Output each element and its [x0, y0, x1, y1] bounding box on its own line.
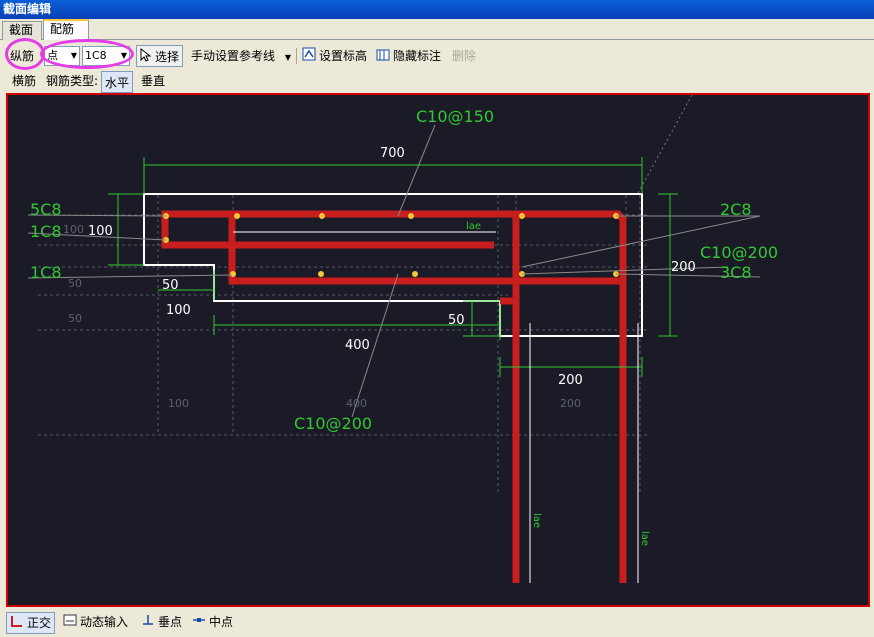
ref-line: [637, 95, 693, 194]
dim-200-right: 200: [671, 260, 696, 275]
ortho-label: 正交: [27, 616, 52, 630]
leader-lines: [27, 124, 761, 418]
hide-annotation-label: 隐藏标注: [393, 49, 442, 63]
grid-dim-100a: 100: [63, 223, 84, 236]
vertical-button[interactable]: 垂直: [141, 70, 165, 92]
chevron-down-icon: ▼: [284, 53, 291, 62]
dynamic-input-label: 动态输入: [80, 615, 129, 629]
perpendicular-toggle[interactable]: 垂点: [138, 612, 185, 634]
point-mode-select[interactable]: 点 ▼: [44, 46, 80, 66]
perpendicular-icon: [141, 613, 155, 633]
dim-50-left: 50: [162, 278, 179, 293]
chevron-down-icon: ▼: [70, 51, 77, 60]
rebar-label-left-mid: 1C8: [30, 222, 62, 241]
rebar-label-right-top: 2C8: [720, 200, 752, 219]
grid-dim-100b: 100: [168, 397, 189, 410]
lae-label-vertical-1: lae: [531, 513, 542, 528]
perpendicular-label: 垂点: [158, 615, 183, 629]
window-title: 截面编辑: [0, 0, 874, 19]
midpoint-icon: [192, 613, 206, 633]
main-toolbar: 纵筋 点 ▼ 1C8 ▼ 选择 手动设置参考线 ▼ 设置标高 隐藏标注 删除: [0, 38, 874, 70]
stirrup-label-right: C10@200: [700, 243, 778, 262]
grid-dim-50a: 50: [68, 277, 82, 290]
midpoint-toggle[interactable]: 中点: [189, 612, 236, 634]
secondary-toolbar: 横筋 钢筋类型: 水平 垂直: [0, 70, 874, 93]
spec-select[interactable]: 1C8 ▼: [82, 46, 130, 66]
midpoint-label: 中点: [209, 615, 234, 629]
set-elevation-button[interactable]: 设置标高: [302, 45, 367, 67]
dim-100-left: 100: [88, 224, 113, 239]
grid-dim-200: 200: [560, 397, 581, 410]
bar-type-field-label: 钢筋类型:: [46, 74, 99, 88]
lae-label-horizontal: lae: [466, 221, 481, 232]
dim-400: 400: [345, 338, 370, 353]
grid-dim-50b: 50: [68, 312, 82, 325]
stirrup-label-bottom: C10@200: [294, 414, 372, 433]
lae-label-vertical-2: lae: [639, 531, 650, 546]
cross-bar-button[interactable]: 横筋: [12, 70, 36, 92]
ref-line-button[interactable]: 手动设置参考线 ▼: [191, 45, 291, 67]
stirrup-label-top: C10@150: [416, 107, 494, 126]
spec-value: 1C8: [85, 49, 107, 62]
cursor-icon: [140, 47, 152, 69]
select-label: 选择: [155, 50, 180, 64]
bar-type-label[interactable]: 纵筋: [10, 45, 34, 67]
drawing-canvas[interactable]: 100 50 50 100 400 200 700 100 50 100 50 …: [6, 93, 870, 607]
tab-rebar[interactable]: 配筋: [43, 19, 89, 40]
toolbar-divider: [296, 48, 297, 64]
rebar-label-right-bot: 3C8: [720, 263, 752, 282]
grid-dim-400: 400: [346, 397, 367, 410]
dim-50-mid: 50: [448, 313, 465, 328]
rebar-label-left-bot: 1C8: [30, 263, 62, 282]
dim-700: 700: [380, 146, 405, 161]
grid-lines: [38, 195, 648, 495]
elevation-icon: [302, 46, 316, 68]
dynamic-input-icon: [63, 613, 77, 633]
rebar-group: [161, 210, 627, 583]
ref-line-label: 手动设置参考线: [191, 49, 276, 63]
set-elevation-label: 设置标高: [319, 49, 368, 63]
horizontal-button[interactable]: 水平: [101, 71, 134, 93]
grid-dim-labels: 100 50 50 100 400 200: [63, 223, 581, 410]
tab-bar: 截面 配筋: [0, 19, 874, 40]
ortho-toggle[interactable]: 正交: [6, 612, 56, 634]
dynamic-input-toggle[interactable]: 动态输入: [60, 612, 131, 634]
dim-100-under: 100: [166, 303, 191, 318]
delete-button[interactable]: 删除: [452, 45, 476, 67]
dim-200-bottom: 200: [558, 373, 583, 388]
status-bar: 正交 动态输入 垂点 中点: [0, 609, 874, 637]
hide-annotation-icon: [376, 46, 390, 68]
chevron-down-icon: ▼: [120, 51, 127, 60]
select-button[interactable]: 选择: [136, 45, 184, 69]
hide-annotation-button[interactable]: 隐藏标注: [376, 45, 441, 67]
point-mode-value: 点: [47, 49, 58, 62]
tab-section[interactable]: 截面: [2, 21, 42, 40]
section-drawing: 100 50 50 100 400 200 700 100 50 100 50 …: [27, 95, 778, 583]
rebar-label-left-top: 5C8: [30, 200, 62, 219]
ortho-icon: [10, 614, 24, 634]
